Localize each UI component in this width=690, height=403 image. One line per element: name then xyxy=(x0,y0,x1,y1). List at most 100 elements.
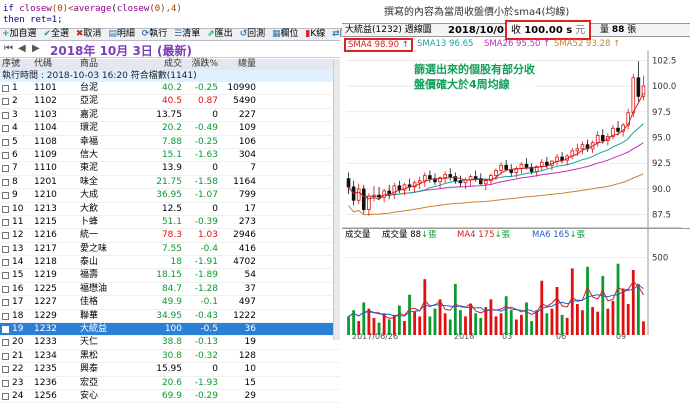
row-checkbox[interactable] xyxy=(2,245,9,253)
row-name: 亞泥 xyxy=(80,96,99,107)
detail-button[interactable]: ▤明細 xyxy=(106,29,137,40)
row-checkbox[interactable] xyxy=(2,352,9,360)
vol-ma4: MA4 175↓張 xyxy=(457,230,511,240)
result-table: 1 1101 台泥 40.2 -0.25 10990 2 1102 亞泥 40.5 0.87 5490… xyxy=(0,82,340,403)
row-checkbox[interactable] xyxy=(2,192,9,200)
y-tick-label: 97.5 xyxy=(652,108,671,118)
table-row[interactable]: 2 1102 亞泥 40.5 0.87 5490 xyxy=(0,95,340,109)
volume-bar xyxy=(433,308,437,335)
code-editor[interactable]: if closew(0)<average(closew(0),4) then r… xyxy=(0,0,340,26)
next-icon[interactable]: ▶ xyxy=(32,43,40,54)
row-index: 9 xyxy=(12,190,18,201)
table-row[interactable]: 6 1109 信大 15.1 -1.63 304 xyxy=(0,149,340,163)
row-code: 1210 xyxy=(34,190,57,201)
row-code: 1109 xyxy=(34,149,57,160)
row-checkbox[interactable] xyxy=(2,312,9,320)
table-row[interactable]: 4 1104 環泥 20.2 -0.49 109 xyxy=(0,122,340,136)
row-checkbox[interactable] xyxy=(2,218,9,226)
row-checkbox[interactable] xyxy=(2,366,9,374)
header-code[interactable]: 代碼 xyxy=(34,59,52,70)
row-price: 51.1 xyxy=(161,216,182,227)
columns-button[interactable]: ▦欄位 xyxy=(270,29,301,40)
table-row[interactable]: 23 1236 宏亞 20.6 -1.93 15 xyxy=(0,377,340,390)
table-row[interactable]: 9 1210 大成 36.95 -1.07 799 xyxy=(0,189,340,203)
first-icon[interactable]: ⏮ xyxy=(4,43,13,54)
screen-date[interactable]: 2018年 10月 3日 (最新) xyxy=(50,42,192,59)
row-index: 20 xyxy=(12,337,24,348)
execute-button[interactable]: ⟳執行 xyxy=(140,29,170,40)
volume-bar xyxy=(636,283,640,335)
candle-body xyxy=(448,174,453,178)
table-row[interactable]: 7 1110 東泥 13.9 0 7 xyxy=(0,162,340,176)
row-checkbox[interactable] xyxy=(2,151,9,159)
row-volume: 37 xyxy=(244,283,256,294)
row-checkbox[interactable] xyxy=(2,98,9,106)
table-row[interactable]: 17 1227 佳格 49.9 -0.1 497 xyxy=(0,296,340,310)
table-row[interactable]: 3 1103 嘉泥 13.75 0 227 xyxy=(0,109,340,123)
cancel-button[interactable]: ✖取消 xyxy=(74,29,104,40)
sma13-line xyxy=(348,123,644,197)
y-tick-label: 90.0 xyxy=(652,185,671,195)
header-index[interactable]: 序號 xyxy=(2,59,20,70)
header-volume[interactable]: 總量 xyxy=(214,59,256,70)
vertical-scrollbar[interactable] xyxy=(333,59,340,340)
y-tick-label: 87.5 xyxy=(652,211,671,221)
table-row[interactable]: 21 1234 黑松 30.8 -0.32 128 xyxy=(0,350,340,364)
row-checkbox[interactable] xyxy=(2,85,9,92)
row-checkbox[interactable] xyxy=(2,392,9,400)
table-row[interactable]: 8 1201 味全 21.75 -1.58 1164 xyxy=(0,176,340,190)
volume-bar xyxy=(581,310,584,335)
table-row[interactable]: 12 1216 統一 78.3 1.03 2946 xyxy=(0,229,340,243)
export-button[interactable]: ⇗匯出 xyxy=(205,29,235,40)
table-row[interactable]: 10 1213 大飲 12.5 0 17 xyxy=(0,203,340,216)
volume-bar xyxy=(479,317,483,335)
row-checkbox[interactable] xyxy=(2,259,9,267)
chart-top: 撰寫的內容為當周收盤價小於sma4(均線) xyxy=(342,0,690,22)
row-name: 天仁 xyxy=(80,337,99,348)
candle-body xyxy=(504,164,508,170)
row-checkbox[interactable] xyxy=(2,165,9,173)
table-row[interactable]: 19 1232 大統益 100 -0.5 36 xyxy=(0,323,340,337)
row-checkbox[interactable] xyxy=(2,379,9,387)
select-all-button[interactable]: ✔全選 xyxy=(41,29,71,40)
chart-title: 大統益(1232) 週線圖 xyxy=(345,25,432,35)
row-name: 台泥 xyxy=(80,83,99,93)
row-checkbox[interactable] xyxy=(2,205,9,213)
sma4-line xyxy=(348,92,644,201)
table-row[interactable]: 16 1225 福懋油 84.7 -1.28 37 xyxy=(0,283,340,297)
list-button[interactable]: ☰清單 xyxy=(172,29,202,40)
table-row[interactable]: 1 1101 台泥 40.2 -0.25 10990 xyxy=(0,82,340,96)
row-checkbox[interactable] xyxy=(2,339,9,347)
add-watchlist-button[interactable]: +加自選 xyxy=(0,29,39,40)
header-name[interactable]: 商品 xyxy=(80,59,98,70)
table-row[interactable]: 13 1217 愛之味 7.55 -0.4 416 xyxy=(0,243,340,257)
table-row[interactable]: 22 1235 興泰 15.95 0 10 xyxy=(0,363,340,377)
row-checkbox[interactable] xyxy=(2,125,9,133)
row-checkbox[interactable] xyxy=(2,232,9,240)
table-row[interactable]: 18 1229 聯華 34.95 -0.43 1222 xyxy=(0,310,340,324)
prev-icon[interactable]: ◀ xyxy=(18,43,26,54)
row-volume: 109 xyxy=(238,123,256,134)
row-checkbox[interactable] xyxy=(2,272,9,280)
table-row[interactable]: 14 1218 泰山 18 -1.91 4702 xyxy=(0,256,340,270)
table-row[interactable]: 11 1215 卜蜂 51.1 -0.39 273 xyxy=(0,216,340,230)
row-volume: 497 xyxy=(238,297,256,308)
x-tick-label: 2018 xyxy=(454,332,474,340)
kline-button[interactable]: ▮K線 xyxy=(303,29,327,40)
backtest-button[interactable]: ↺回測 xyxy=(238,29,268,40)
row-index: 11 xyxy=(12,216,24,227)
table-row[interactable]: 24 1256 安心 69.9 -0.29 29 xyxy=(0,390,340,403)
price-volume-chart[interactable]: 102.5 100.0 97.5 95.0 92.5 90.0 87.5 500 2017/06… xyxy=(342,50,690,340)
table-row[interactable]: 15 1219 福壽 18.15 -1.89 54 xyxy=(0,269,340,283)
row-checkbox[interactable] xyxy=(2,299,9,307)
row-checkbox[interactable] xyxy=(2,178,9,186)
row-index: 14 xyxy=(12,257,24,268)
row-checkbox[interactable] xyxy=(2,326,9,334)
row-checkbox[interactable] xyxy=(2,138,9,146)
row-checkbox[interactable] xyxy=(2,111,9,119)
candle-body xyxy=(423,175,427,182)
table-row[interactable]: 20 1233 天仁 38.8 -0.13 19 xyxy=(0,336,340,350)
row-checkbox[interactable] xyxy=(2,285,9,293)
header-price[interactable]: 成交 xyxy=(150,59,182,70)
table-row[interactable]: 5 1108 幸福 7.88 -0.25 106 xyxy=(0,136,340,149)
